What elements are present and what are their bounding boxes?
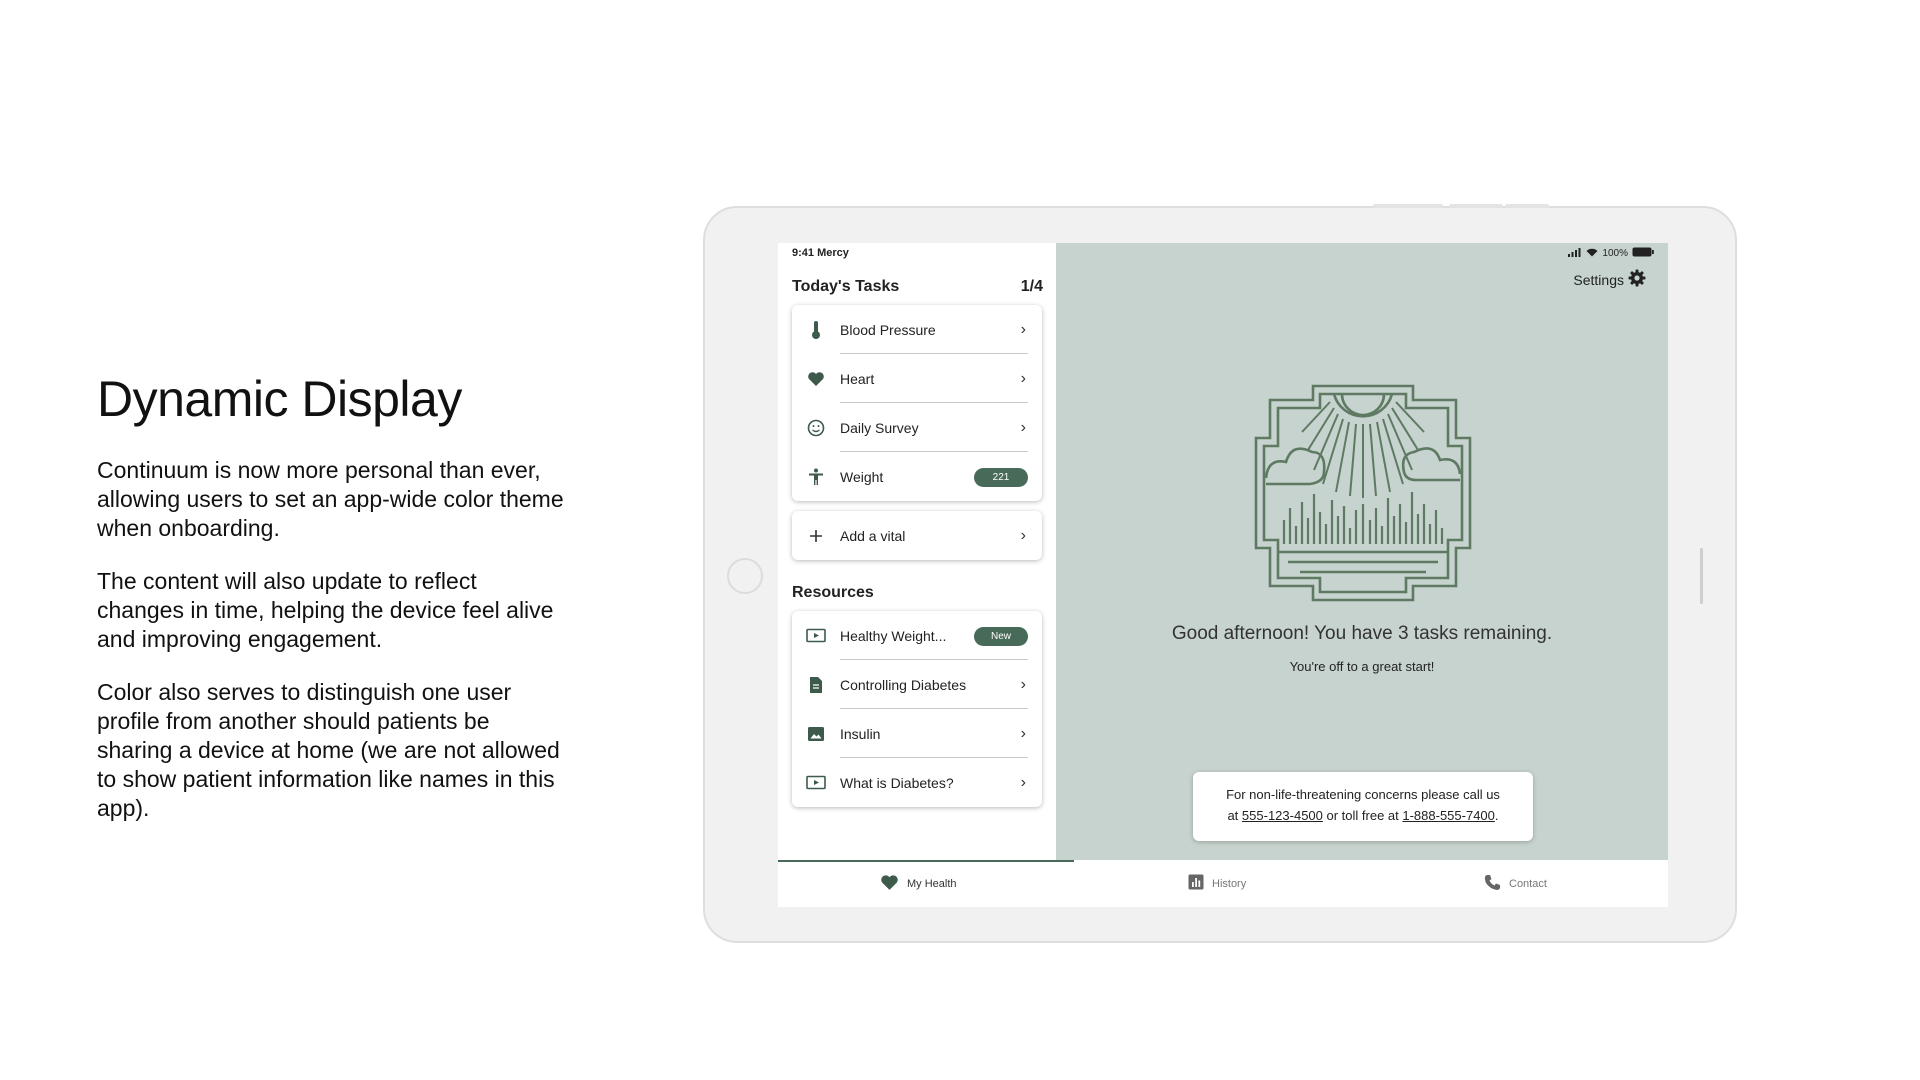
wifi-icon <box>1586 248 1598 260</box>
time-of-day-emblem <box>1254 384 1472 602</box>
notice-suffix: . <box>1494 808 1499 823</box>
smiley-icon <box>806 418 826 438</box>
side-button <box>1700 548 1703 604</box>
person-icon <box>806 467 826 487</box>
slide-paragraph-2: The content will also update to reflect … <box>97 568 554 652</box>
video-icon <box>806 773 826 793</box>
tab-my-health[interactable]: My Health <box>880 874 957 894</box>
app-screen: 9:41 Mercy Today's Tasks 1/4 Blood Press… <box>778 243 1668 907</box>
notice-prefix: at <box>1227 808 1242 823</box>
battery-icon <box>1632 247 1654 260</box>
document-icon <box>806 675 826 695</box>
task-item-daily-survey[interactable]: Daily Survey › <box>792 403 1042 452</box>
resource-item-healthy-weight[interactable]: Healthy Weight... New <box>792 611 1042 660</box>
volume-button <box>1373 204 1443 208</box>
tab-label: My Health <box>907 878 957 890</box>
video-icon <box>806 626 826 646</box>
chevron-right-icon: › <box>1020 369 1026 387</box>
resource-item-insulin[interactable]: Insulin › <box>792 709 1042 758</box>
image-icon <box>806 724 826 744</box>
tablet-device: 9:41 Mercy Today's Tasks 1/4 Blood Press… <box>703 204 1737 943</box>
add-vital-label: Add a vital <box>840 527 906 544</box>
resource-label: Insulin <box>840 725 881 742</box>
chevron-right-icon: › <box>1020 675 1026 693</box>
task-item-heart[interactable]: Heart › <box>792 354 1042 403</box>
new-badge: New <box>974 627 1028 646</box>
battery-percent: 100% <box>1602 248 1628 259</box>
task-item-blood-pressure[interactable]: Blood Pressure › <box>792 305 1042 354</box>
phone-icon <box>1484 874 1501 894</box>
task-label: Heart <box>840 370 875 387</box>
task-panel: 9:41 Mercy Today's Tasks 1/4 Blood Press… <box>778 243 1056 860</box>
volume-button-2 <box>1449 204 1503 208</box>
tab-label: History <box>1212 877 1247 890</box>
add-vital-button[interactable]: Add a vital › <box>792 511 1042 560</box>
task-label: Daily Survey <box>840 419 919 436</box>
weight-badge: 221 <box>974 468 1028 487</box>
phone-link-tollfree[interactable]: 1-888-555-7400 <box>1402 808 1495 823</box>
notice-line-1: For non-life-threatening concerns please… <box>1226 787 1500 802</box>
tasks-count: 1/4 <box>1020 278 1043 295</box>
resource-item-controlling-diabetes[interactable]: Controlling Diabetes › <box>792 660 1042 709</box>
heart-icon <box>806 369 826 389</box>
chevron-right-icon: › <box>1020 418 1026 436</box>
chevron-right-icon: › <box>1020 773 1026 791</box>
tab-bar: My Health History Contact <box>778 860 1668 907</box>
resource-label: What is Diabetes? <box>840 774 954 791</box>
task-label: Weight <box>840 468 884 485</box>
active-tab-indicator <box>778 860 1074 862</box>
resources-card: Healthy Weight... New Controlling Diabet… <box>792 611 1042 807</box>
add-vital-card: Add a vital › <box>792 511 1042 560</box>
tab-contact[interactable]: Contact <box>1484 874 1547 894</box>
tab-history[interactable]: History <box>1188 874 1246 893</box>
notice-mid: or toll free at <box>1322 808 1403 823</box>
slide-intro: Dynamic Display Continuum is now more pe… <box>97 370 567 847</box>
chart-icon <box>1188 874 1204 893</box>
signal-icon <box>1568 247 1582 260</box>
gear-icon <box>1628 269 1646 290</box>
task-label: Blood Pressure <box>840 321 936 338</box>
resource-label: Controlling Diabetes <box>840 676 967 693</box>
settings-button[interactable]: Settings <box>1573 269 1646 290</box>
task-item-weight[interactable]: Weight 221 <box>792 452 1042 501</box>
tab-label: Contact <box>1509 878 1547 890</box>
resource-label: Healthy Weight... <box>840 627 947 644</box>
notice-line-2: at 555-123-4500 or toll free at 1-888-55… <box>1193 805 1533 826</box>
heart-icon <box>880 874 899 894</box>
chevron-right-icon: › <box>1020 526 1026 544</box>
contact-notice: For non-life-threatening concerns please… <box>1193 772 1533 841</box>
chevron-right-icon: › <box>1020 320 1026 338</box>
status-bar-right: 100% <box>1568 247 1654 260</box>
greeting-text: Good afternoon! You have 3 tasks remaini… <box>1171 623 1553 644</box>
resource-item-what-is-diabetes[interactable]: What is Diabetes? › <box>792 758 1042 807</box>
encouragement-text: You're off to a great start! <box>1289 659 1435 674</box>
dashboard-panel: 100% Settings Good afternoon! You have 3… <box>1056 243 1668 860</box>
slide-paragraph-3: Color also serves to distinguish one use… <box>97 679 560 821</box>
chevron-right-icon: › <box>1020 724 1026 742</box>
slide-paragraph-1: Continuum is now more personal than ever… <box>97 457 564 541</box>
slide-title: Dynamic Display <box>97 371 462 427</box>
tasks-heading: Today's Tasks <box>792 278 900 295</box>
plus-icon <box>806 526 826 546</box>
status-time-carrier: 9:41 Mercy <box>792 247 849 259</box>
phone-link-local[interactable]: 555-123-4500 <box>1242 808 1323 823</box>
thermometer-icon <box>806 320 826 340</box>
settings-label: Settings <box>1573 271 1624 288</box>
resources-heading: Resources <box>792 584 874 601</box>
home-button[interactable] <box>727 558 763 594</box>
tasks-card: Blood Pressure › Heart › Daily Survey › … <box>792 305 1042 501</box>
power-button <box>1505 204 1549 208</box>
